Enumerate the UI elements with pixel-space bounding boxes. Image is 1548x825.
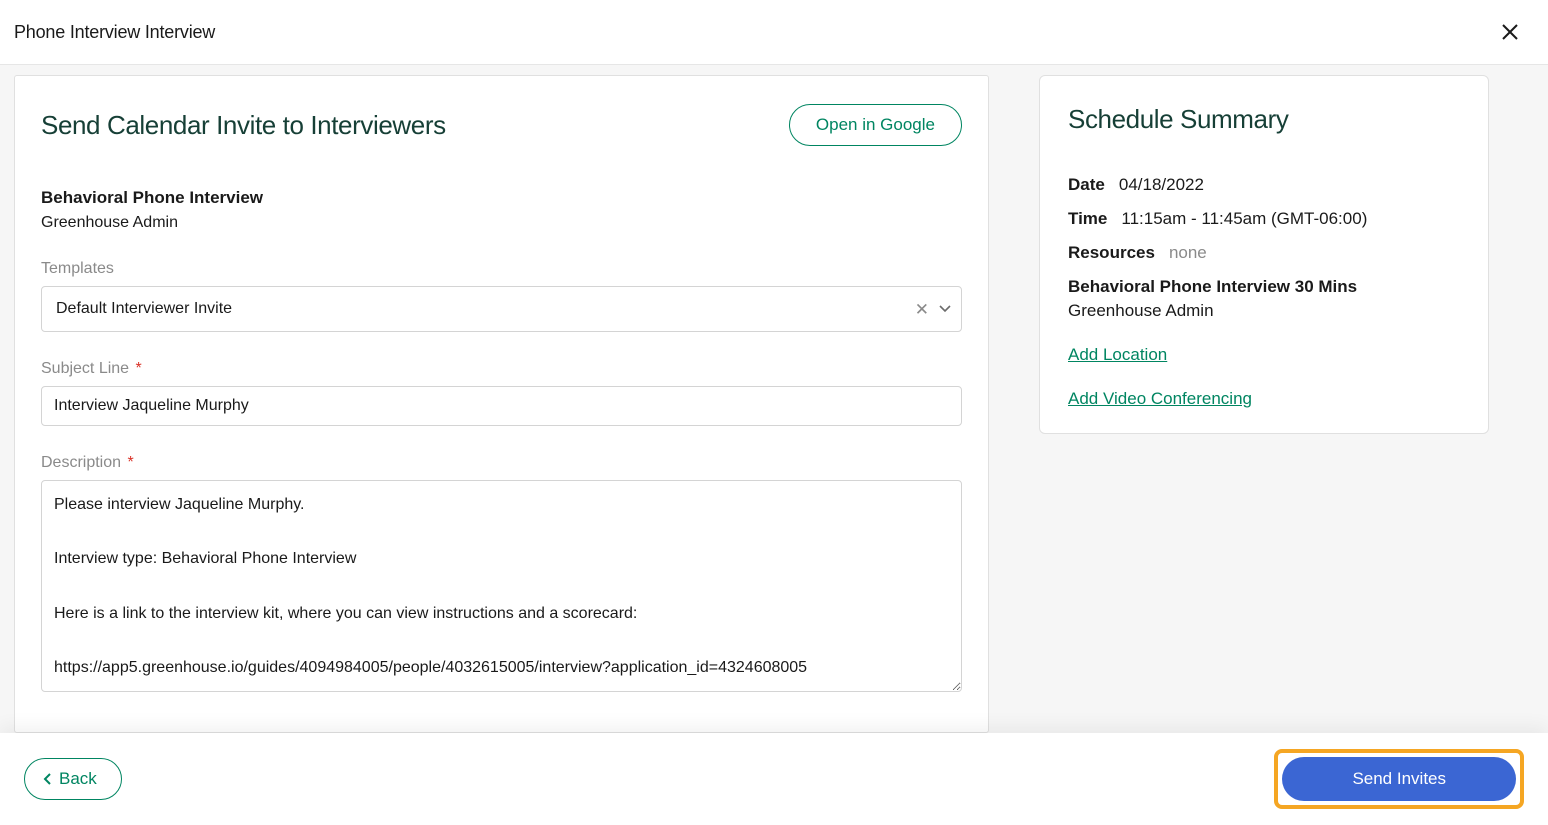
invite-card: Send Calendar Invite to Interviewers Ope… [14,75,989,733]
subject-label: Subject Line * [41,360,962,378]
templates-select-value: Default Interviewer Invite [56,300,901,318]
summary-resources-row: Resources none [1068,243,1460,263]
templates-select[interactable]: Default Interviewer Invite ✕ [41,286,962,332]
required-asterisk: * [123,454,134,471]
chevron-down-icon [939,305,951,313]
page-header: Phone Interview Interview [0,0,1548,65]
summary-interview-block: Behavioral Phone Interview 30 Mins Green… [1068,277,1460,321]
close-icon [1500,22,1520,42]
subject-label-text: Subject Line [41,360,129,377]
send-invites-highlight: Send Invites [1274,749,1524,809]
footer-bar: Back Send Invites [0,733,1548,825]
description-label-text: Description [41,454,121,471]
summary-date-value: 04/18/2022 [1119,175,1204,195]
summary-time-label: Time [1068,209,1107,229]
summary-resources-label: Resources [1068,243,1155,263]
templates-label: Templates [41,260,962,278]
summary-date-label: Date [1068,175,1105,195]
back-button-label: Back [59,769,97,789]
chevron-left-icon [43,772,53,786]
content-area: Send Calendar Invite to Interviewers Ope… [0,65,1548,733]
page-title: Phone Interview Interview [14,22,215,43]
templates-clear-button[interactable]: ✕ [913,299,931,320]
description-label: Description * [41,454,962,472]
close-button[interactable] [1496,18,1524,46]
schedule-summary-title: Schedule Summary [1068,104,1460,135]
subject-input[interactable] [41,386,962,426]
clear-icon: ✕ [915,300,929,319]
required-asterisk: * [131,360,142,377]
summary-resources-value: none [1169,243,1207,263]
send-invites-button[interactable]: Send Invites [1282,757,1516,801]
invite-card-title: Send Calendar Invite to Interviewers [41,110,446,141]
description-textarea[interactable] [41,480,962,692]
interview-admin: Greenhouse Admin [41,214,962,232]
summary-interview-title: Behavioral Phone Interview 30 Mins [1068,277,1460,297]
open-in-google-button[interactable]: Open in Google [789,104,962,146]
add-video-conferencing-link[interactable]: Add Video Conferencing [1068,389,1252,409]
summary-date-row: Date 04/18/2022 [1068,175,1460,195]
add-location-link[interactable]: Add Location [1068,345,1167,365]
templates-select-actions: ✕ [913,299,951,320]
invite-card-header: Send Calendar Invite to Interviewers Ope… [41,104,962,146]
summary-time-row: Time 11:15am - 11:45am (GMT-06:00) [1068,209,1460,229]
interview-name: Behavioral Phone Interview [41,188,962,208]
summary-interview-sub: Greenhouse Admin [1068,301,1460,321]
summary-time-value: 11:15am - 11:45am (GMT-06:00) [1121,209,1367,229]
back-button[interactable]: Back [24,758,122,800]
schedule-summary-card: Schedule Summary Date 04/18/2022 Time 11… [1039,75,1489,434]
